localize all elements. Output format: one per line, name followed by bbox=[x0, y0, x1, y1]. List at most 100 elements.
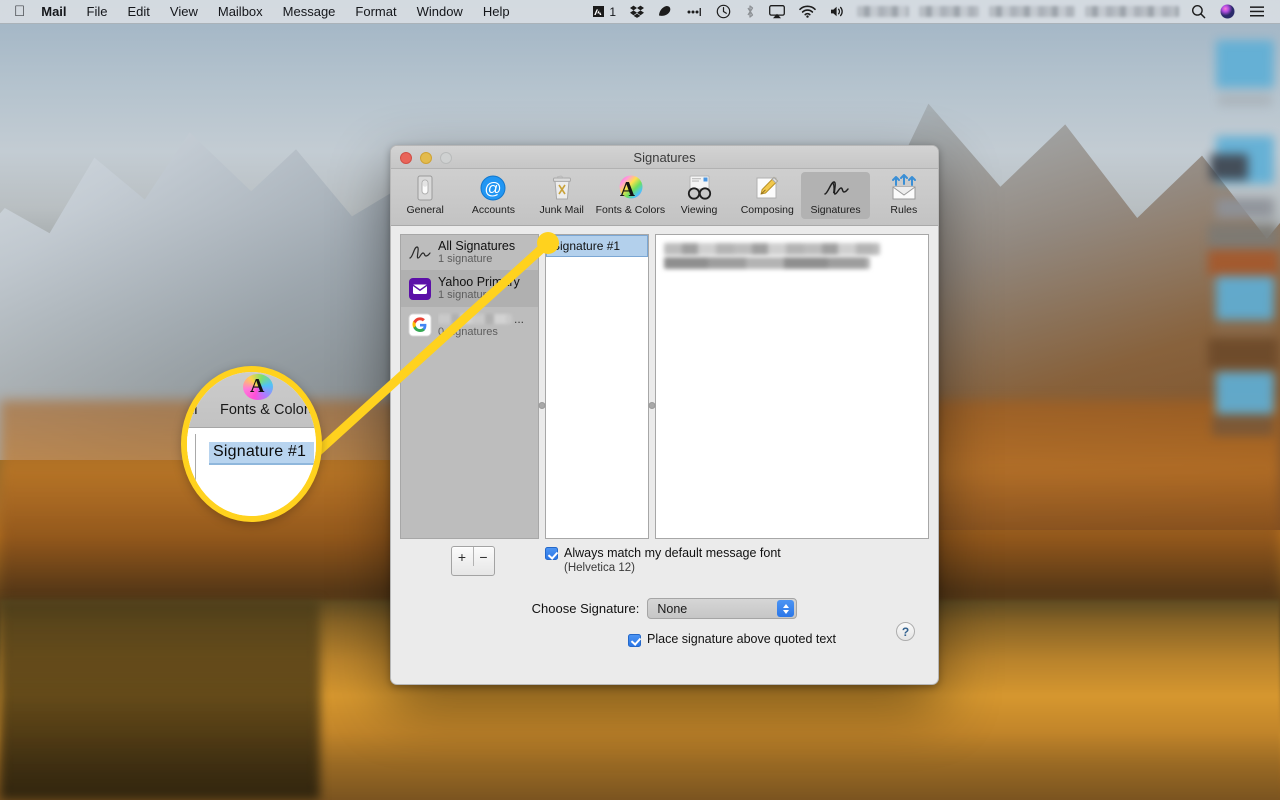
magnified-fonts-colors-letter: A bbox=[250, 374, 264, 398]
google-icon bbox=[408, 313, 432, 337]
ellipsis-icon[interactable] bbox=[679, 6, 709, 18]
control-center-icon[interactable] bbox=[1242, 5, 1272, 18]
magnifier-callout: A ail Fonts & Colors Signature #1 bbox=[181, 366, 322, 522]
close-button[interactable] bbox=[400, 152, 412, 164]
accounts-at-icon: @ bbox=[478, 174, 508, 203]
account-signature-count: 1 signature bbox=[438, 289, 520, 302]
accounts-list[interactable]: All Signatures 1 signature Yahoo Primary bbox=[400, 234, 539, 539]
time-machine-icon[interactable] bbox=[709, 4, 738, 19]
airplay-icon[interactable] bbox=[762, 5, 792, 19]
macos-menu-bar[interactable]:  Mail File Edit View Mailbox Message Fo… bbox=[0, 0, 1280, 24]
window-title: Signatures bbox=[391, 146, 938, 169]
redacted-status-item-4 bbox=[1085, 6, 1179, 17]
bluetooth-icon[interactable] bbox=[738, 4, 762, 19]
place-above-quoted-checkbox[interactable] bbox=[628, 634, 641, 647]
toolbar-tab-fonts-colors-label: Fonts & Colors bbox=[596, 204, 665, 216]
menu-item-message[interactable]: Message bbox=[273, 0, 346, 24]
adobe-badge-count: 1 bbox=[609, 0, 616, 24]
account-row-yahoo-primary[interactable]: Yahoo Primary 1 signature bbox=[401, 271, 538, 307]
signature-preview-content[interactable] bbox=[656, 235, 928, 279]
toolbar-tab-general-label: General bbox=[406, 204, 443, 216]
add-remove-button-group[interactable]: + − bbox=[451, 546, 495, 576]
toolbar-tab-signatures[interactable]: Signatures bbox=[801, 172, 869, 219]
siri-icon[interactable] bbox=[1213, 4, 1242, 19]
add-remove-signature-controls[interactable]: + − bbox=[400, 546, 545, 576]
dropbox-icon[interactable] bbox=[623, 5, 651, 18]
backblaze-icon[interactable] bbox=[651, 5, 679, 18]
menu-item-mailbox[interactable]: Mailbox bbox=[208, 0, 273, 24]
magnified-field-underline bbox=[209, 463, 316, 465]
menu-item-help[interactable]: Help bbox=[473, 0, 520, 24]
signature-assignment-section: Choose Signature: None Place signature a… bbox=[400, 576, 929, 647]
account-row-text: All Signatures 1 signature bbox=[438, 239, 515, 266]
place-above-quoted-label: Place signature above quoted text bbox=[647, 632, 836, 647]
default-font-option[interactable]: Always match my default message font (He… bbox=[545, 546, 781, 576]
menu-item-view[interactable]: View bbox=[160, 0, 208, 24]
preferences-toolbar[interactable]: General @ Accounts Junk Ma bbox=[391, 169, 938, 226]
default-font-value: (Helvetica 12) bbox=[564, 561, 781, 576]
signatures-panes: All Signatures 1 signature Yahoo Primary bbox=[400, 234, 929, 539]
toolbar-tab-signatures-label: Signatures bbox=[810, 204, 860, 216]
magnifier-content: A ail Fonts & Colors Signature #1 bbox=[187, 372, 316, 516]
toolbar-tab-accounts[interactable]: @ Accounts bbox=[459, 172, 527, 219]
account-signature-count: 1 signature bbox=[438, 253, 515, 266]
help-button[interactable]: ? bbox=[896, 622, 915, 641]
toolbar-tab-accounts-label: Accounts bbox=[472, 204, 515, 216]
toolbar-tab-general[interactable]: General bbox=[391, 172, 459, 219]
toolbar-tab-junk-mail-label: Junk Mail bbox=[540, 204, 584, 216]
menu-item-file[interactable]: File bbox=[77, 0, 118, 24]
signatures-list[interactable]: Signature #1 bbox=[545, 234, 649, 539]
redacted-signature-line-1 bbox=[664, 243, 880, 255]
wifi-icon[interactable] bbox=[792, 5, 823, 18]
choose-signature-dropdown[interactable]: None bbox=[647, 598, 797, 619]
general-icon bbox=[410, 174, 440, 203]
toolbar-tab-viewing-label: Viewing bbox=[681, 204, 718, 216]
place-signature-option[interactable]: Place signature above quoted text bbox=[400, 632, 929, 647]
menu-item-window[interactable]: Window bbox=[407, 0, 473, 24]
menu-bar-status-area[interactable]: 1 bbox=[585, 0, 1280, 24]
menu-item-format[interactable]: Format bbox=[345, 0, 406, 24]
account-name: Yahoo Primary bbox=[438, 275, 520, 289]
toolbar-tab-viewing[interactable]: Viewing bbox=[665, 172, 733, 219]
account-name-redacted: ... bbox=[438, 312, 524, 326]
signature-list-item[interactable]: Signature #1 bbox=[546, 235, 648, 257]
account-name-ellipsis: ... bbox=[514, 312, 524, 326]
account-signature-count: 0 signatures bbox=[438, 326, 524, 339]
choose-signature-row[interactable]: Choose Signature: None bbox=[400, 598, 929, 619]
redacted-right-panel bbox=[1208, 28, 1280, 438]
window-title-bar[interactable]: Signatures bbox=[391, 146, 938, 169]
viewing-glasses-icon bbox=[684, 174, 714, 203]
apple-logo-icon[interactable]:  bbox=[0, 4, 37, 19]
menu-item-mail[interactable]: Mail bbox=[37, 0, 76, 24]
choose-signature-label: Choose Signature: bbox=[532, 601, 640, 616]
spotlight-search-icon[interactable] bbox=[1184, 4, 1213, 19]
toolbar-tab-junk-mail[interactable]: Junk Mail bbox=[528, 172, 596, 219]
redacted-status-item-2 bbox=[919, 6, 979, 17]
splitter-handle-dot bbox=[539, 402, 546, 409]
toolbar-tab-rules[interactable]: Rules bbox=[870, 172, 938, 219]
account-row-text: ... 0 signatures bbox=[438, 312, 524, 339]
toolbar-tab-composing[interactable]: Composing bbox=[733, 172, 801, 219]
window-traffic-lights[interactable] bbox=[400, 152, 452, 164]
account-row-all-signatures[interactable]: All Signatures 1 signature bbox=[401, 235, 538, 271]
remove-signature-button[interactable]: − bbox=[473, 547, 494, 566]
splitter-handle-dot bbox=[649, 402, 656, 409]
zoom-button[interactable] bbox=[440, 152, 452, 164]
toolbar-tab-fonts-colors[interactable]: A Fonts & Colors bbox=[596, 172, 665, 219]
volume-icon[interactable] bbox=[823, 5, 852, 18]
menu-item-edit[interactable]: Edit bbox=[118, 0, 160, 24]
minimize-button[interactable] bbox=[420, 152, 432, 164]
always-match-font-checkbox[interactable] bbox=[545, 547, 558, 560]
toolbar-tab-rules-label: Rules bbox=[890, 204, 917, 216]
chevron-updown-icon bbox=[777, 600, 794, 617]
redacted-status-item-3 bbox=[989, 6, 1075, 17]
add-signature-button[interactable]: + bbox=[452, 547, 473, 566]
signatures-preferences-window[interactable]: Signatures General @ Accounts bbox=[390, 145, 939, 685]
fonts-colors-icon: A bbox=[615, 174, 645, 203]
account-row-google[interactable]: ... 0 signatures bbox=[401, 307, 538, 343]
adobe-creative-cloud-icon[interactable]: 1 bbox=[585, 0, 623, 24]
signature-preview-editor[interactable] bbox=[655, 234, 929, 539]
svg-text:@: @ bbox=[485, 179, 502, 198]
splitter-signatures-preview[interactable] bbox=[649, 234, 655, 539]
splitter-accounts-signatures[interactable] bbox=[539, 234, 545, 539]
